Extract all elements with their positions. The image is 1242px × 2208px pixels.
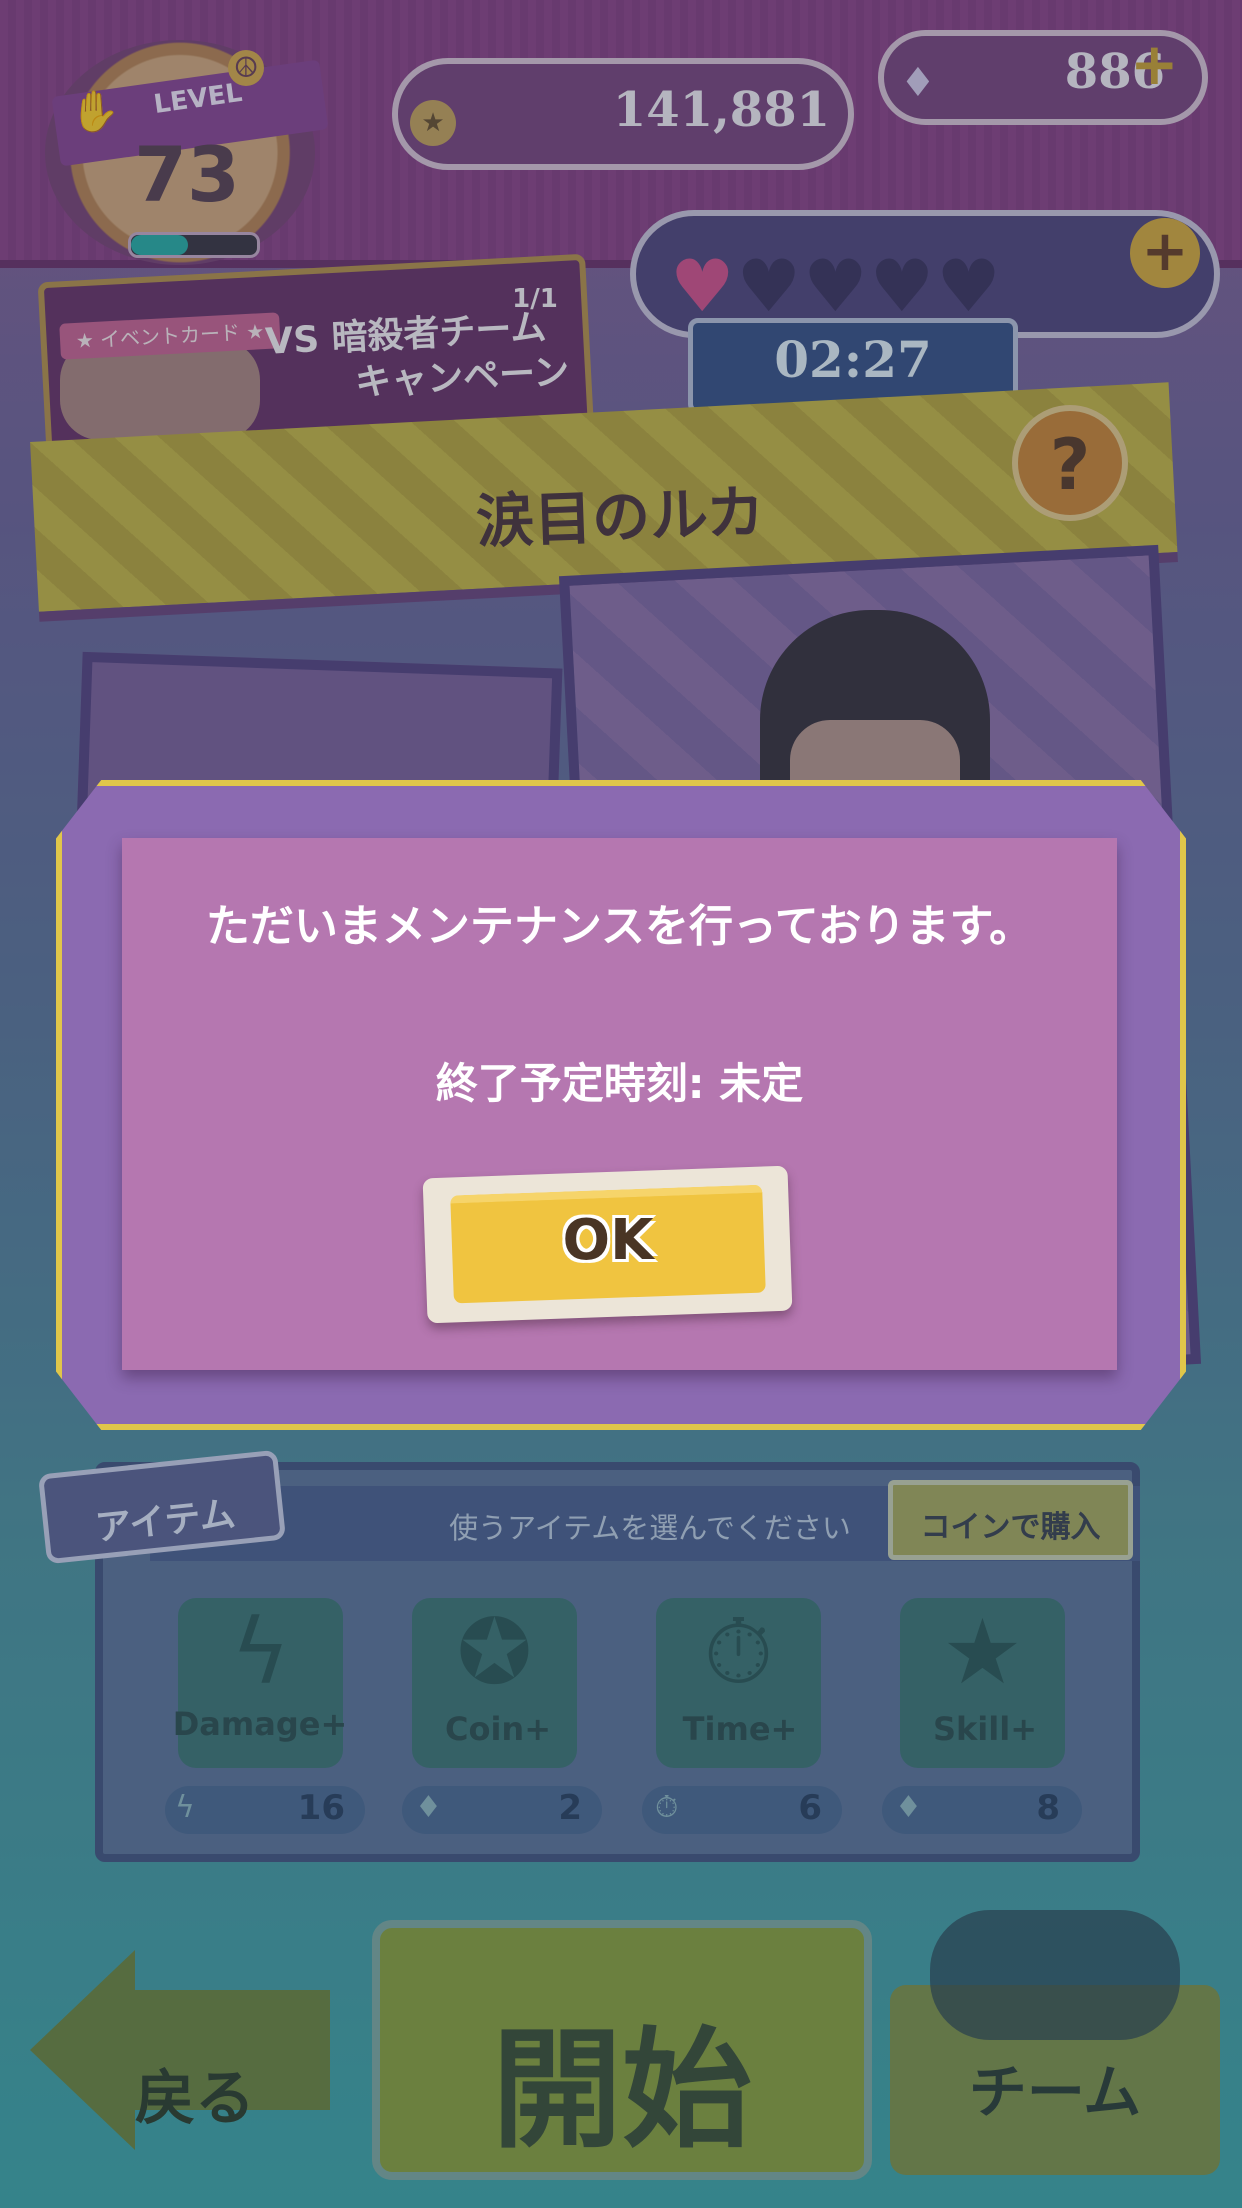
maintenance-end-time: 終了予定時刻: 未定 bbox=[435, 1059, 804, 1108]
ok-button-label[interactable]: OK bbox=[452, 1208, 764, 1273]
maintenance-message: ただいまメンテナンスを行っております。 bbox=[205, 901, 1034, 952]
